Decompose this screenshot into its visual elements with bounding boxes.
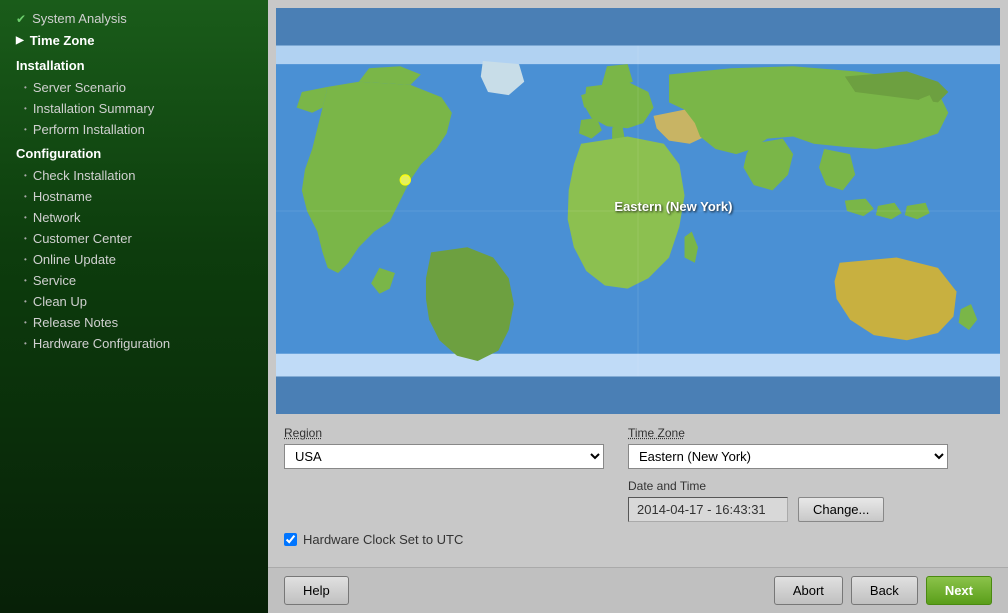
bullet-icon: • — [24, 171, 27, 180]
region-label: Region — [284, 426, 604, 440]
sidebar-section-configuration: Configuration — [0, 140, 268, 165]
sidebar-item-check-installation[interactable]: • Check Installation — [0, 165, 268, 186]
bullet-icon: • — [24, 213, 27, 222]
sidebar-item-label: Service — [33, 273, 76, 288]
selects-row: Region USA Europe Asia Africa Americas P… — [284, 426, 992, 522]
datetime-group: Date and Time 2014-04-17 - 16:43:31 Chan… — [628, 479, 948, 522]
sidebar-item-label: Hardware Configuration — [33, 336, 170, 351]
sidebar-item-service[interactable]: • Service — [0, 270, 268, 291]
bullet-icon: • — [24, 83, 27, 92]
bottom-buttons-bar: Help Abort Back Next — [268, 567, 1008, 613]
datetime-value: 2014-04-17 - 16:43:31 — [628, 497, 788, 522]
sidebar-item-system-analysis[interactable]: ✔ System Analysis — [0, 8, 268, 29]
sidebar-item-customer-center[interactable]: • Customer Center — [0, 228, 268, 249]
bullet-icon: • — [24, 318, 27, 327]
sidebar-item-online-update[interactable]: • Online Update — [0, 249, 268, 270]
datetime-row: 2014-04-17 - 16:43:31 Change... — [628, 497, 948, 522]
sidebar-item-time-zone[interactable]: ▶ Time Zone — [0, 29, 268, 52]
sidebar: ✔ System Analysis ▶ Time Zone Installati… — [0, 0, 268, 613]
sidebar-item-hardware-configuration[interactable]: • Hardware Configuration — [0, 333, 268, 354]
change-button[interactable]: Change... — [798, 497, 884, 522]
sidebar-item-label: Hostname — [33, 189, 92, 204]
checkmark-icon: ✔ — [16, 12, 26, 26]
bullet-icon: • — [24, 297, 27, 306]
sidebar-item-label: Online Update — [33, 252, 116, 267]
sidebar-item-label: Installation Summary — [33, 101, 154, 116]
sidebar-item-hostname[interactable]: • Hostname — [0, 186, 268, 207]
sidebar-item-label: Time Zone — [30, 33, 95, 48]
controls-area: Region USA Europe Asia Africa Americas P… — [268, 414, 1008, 567]
sidebar-item-clean-up[interactable]: • Clean Up — [0, 291, 268, 312]
bullet-icon: • — [24, 234, 27, 243]
world-map-svg — [276, 8, 1000, 414]
sidebar-item-server-scenario[interactable]: • Server Scenario — [0, 77, 268, 98]
sidebar-section-installation: Installation — [0, 52, 268, 77]
timezone-field-group: Time Zone Eastern (New York) Central Mou… — [628, 426, 948, 522]
sidebar-item-label: Network — [33, 210, 81, 225]
sidebar-item-label: Release Notes — [33, 315, 118, 330]
bullet-icon: • — [24, 104, 27, 113]
sidebar-item-label: Check Installation — [33, 168, 136, 183]
hardware-clock-checkbox[interactable] — [284, 533, 297, 546]
arrow-icon: ▶ — [16, 35, 24, 46]
abort-button[interactable]: Abort — [774, 576, 843, 605]
map-area: Eastern (New York) — [276, 8, 1000, 414]
main-content: Eastern (New York) Region USA Europe Asi… — [268, 0, 1008, 613]
bullet-icon: • — [24, 192, 27, 201]
sidebar-item-perform-installation[interactable]: • Perform Installation — [0, 119, 268, 140]
sidebar-item-installation-summary[interactable]: • Installation Summary — [0, 98, 268, 119]
sidebar-item-release-notes[interactable]: • Release Notes — [0, 312, 268, 333]
help-button[interactable]: Help — [284, 576, 349, 605]
timezone-label: Time Zone — [628, 426, 948, 440]
sidebar-item-label: Server Scenario — [33, 80, 126, 95]
bullet-icon: • — [24, 255, 27, 264]
bullet-icon: • — [24, 125, 27, 134]
right-buttons-group: Abort Back Next — [774, 576, 992, 605]
timezone-select[interactable]: Eastern (New York) Central Mountain Paci… — [628, 444, 948, 469]
datetime-label: Date and Time — [628, 479, 948, 493]
hardware-clock-label: Hardware Clock Set to UTC — [303, 532, 463, 547]
bullet-icon: • — [24, 339, 27, 348]
region-select[interactable]: USA Europe Asia Africa Americas Pacific — [284, 444, 604, 469]
hardware-clock-row: Hardware Clock Set to UTC — [284, 532, 992, 547]
sidebar-item-label: System Analysis — [32, 11, 127, 26]
region-field-group: Region USA Europe Asia Africa Americas P… — [284, 426, 604, 522]
next-button[interactable]: Next — [926, 576, 992, 605]
sidebar-item-label: Clean Up — [33, 294, 87, 309]
bullet-icon: • — [24, 276, 27, 285]
sidebar-item-label: Perform Installation — [33, 122, 145, 137]
back-button[interactable]: Back — [851, 576, 918, 605]
sidebar-item-network[interactable]: • Network — [0, 207, 268, 228]
sidebar-item-label: Customer Center — [33, 231, 132, 246]
